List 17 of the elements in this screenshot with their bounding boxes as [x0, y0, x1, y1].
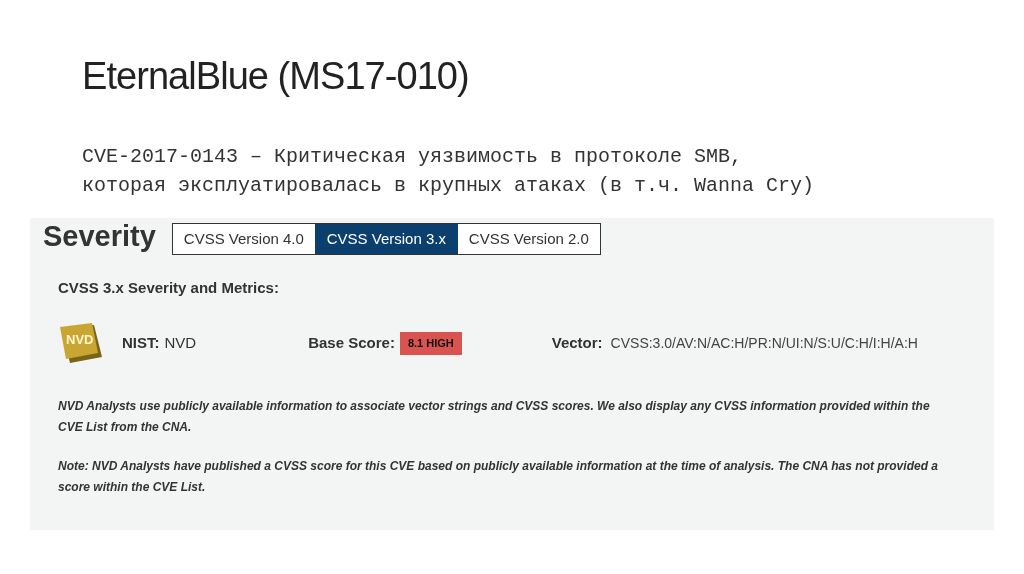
- vector-label: Vector:: [551, 333, 603, 354]
- version-tab[interactable]: CVSS Version 4.0: [171, 223, 315, 255]
- vector-value: CVSS:3.0/AV:N/AC:H/PR:N/UI:N/S:U/C:H/I:H/A:H: [610, 334, 918, 353]
- severity-badge: 8.1 HIGH: [399, 332, 462, 355]
- source-value: NVD: [164, 333, 197, 354]
- slide-title: EternalBlue (MS17-010): [82, 54, 469, 99]
- version-tab[interactable]: CVSS Version 3.x: [314, 223, 458, 255]
- source-label: NIST:: [122, 333, 160, 354]
- base-score-label: Base Score:: [308, 333, 395, 354]
- version-tab[interactable]: CVSS Version 2.0: [457, 223, 601, 255]
- subtitle-line: которая эксплуатировалась в крупных атаках (в т.ч. Wanna Cry): [82, 173, 815, 199]
- note-paragraph: NVD Analysts use publicly available information to associate vector strings and CVSS scores. We also display any CVSS information provided within the CVE List from the CNA.: [58, 397, 931, 436]
- section-title: CVSS 3.x Severity and Metrics:: [58, 278, 279, 298]
- panel-heading: Severity: [43, 219, 156, 254]
- note-paragraph: Note: NVD Analysts have published a CVSS score for this CVE based on publicly available information at the time of analysis. The CNA has not provided a score within the CVE List.: [58, 457, 938, 496]
- subtitle-line: CVE-2017-0143 – Критическая уязвимость в протоколе SMB,: [82, 144, 743, 170]
- logo-text: NVD: [66, 331, 94, 348]
